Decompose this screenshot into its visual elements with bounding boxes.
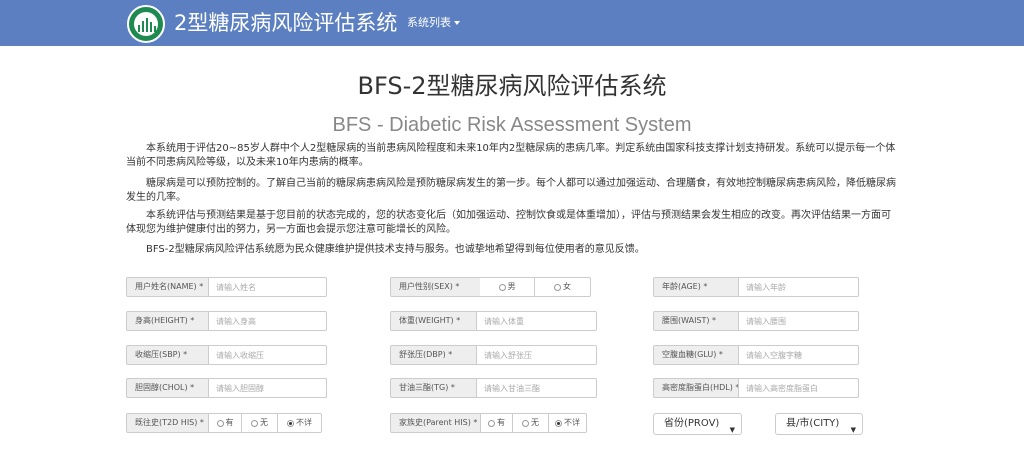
t2d-history-no-radio[interactable]: 无 [242,413,278,433]
sbp-label: 收缩压(SBP) * [126,345,208,365]
sex-male-radio[interactable]: 男 [480,277,535,297]
radio-checked-icon [555,419,562,427]
radio-icon [498,283,506,291]
age-label: 年龄(AGE) * [653,277,738,297]
t2d-history-label: 既往史(T2D HIS) * [126,413,208,433]
name-input[interactable] [208,277,327,297]
height-input[interactable] [208,311,327,331]
page-subtitle: BFS - Diabetic Risk Assessment System [332,114,692,136]
top-navbar: 2型糖尿病风险评估系统 系统列表 [0,0,1024,46]
tg-label: 甘油三酯(TG) * [390,378,476,398]
intro-paragraph-2: 糖尿病是可以预防控制的。了解自己当前的糖尿病患病风险是预防糖尿病发生的第一步。每… [126,178,896,203]
age-input[interactable] [738,277,859,297]
hdl-input[interactable] [738,378,859,398]
dbp-input[interactable] [476,345,597,365]
name-field-group: 用户姓名(NAME) * [126,277,327,297]
age-field-group: 年龄(AGE) * [653,277,859,297]
waist-label: 腰围(WAIST) * [653,311,738,331]
radio-icon [216,419,224,427]
radio-icon [522,419,529,427]
weight-field-group: 体重(WEIGHT) * [390,311,597,331]
parent-history-yes-radio[interactable]: 有 [480,413,513,433]
parent-history-unknown-radio[interactable]: 不详 [549,413,587,433]
brand-title[interactable]: 2型糖尿病风险评估系统 [174,9,397,37]
radio-icon [554,283,561,291]
t2d-history-yes-radio[interactable]: 有 [208,413,242,433]
hdl-field-group: 高密度脂蛋白(HDL) * [653,378,859,398]
caret-down-icon [454,21,460,25]
sbp-input[interactable] [208,345,327,365]
weight-input[interactable] [476,311,597,331]
page-title: BFS-2型糖尿病风险评估系统 [357,72,667,100]
dropdown-arrow-icon: ▼ [850,426,856,434]
glu-input[interactable] [738,345,859,365]
t2d-history-unknown-radio[interactable]: 不详 [278,413,322,433]
intro-paragraph-4: BFS-2型糖尿病风险评估系统愿为民众健康维护提供技术支持与服务。也诚挚地希望得… [146,244,645,255]
t2d-history-group: 既往史(T2D HIS) * 有 无 不详 [126,413,322,433]
chol-field-group: 胆固醇(CHOL) * [126,378,327,398]
radio-icon [488,419,495,427]
parent-history-label: 家族史(Parent HIS) * [390,413,480,433]
dbp-field-group: 舒张压(DBP) * [390,345,597,365]
waist-field-group: 腰围(WAIST) * [653,311,859,331]
parent-history-no-radio[interactable]: 无 [513,413,549,433]
height-label: 身高(HEIGHT) * [126,311,208,331]
dbp-label: 舒张压(DBP) * [390,345,476,365]
parent-history-group: 家族史(Parent HIS) * 有 无 不详 [390,413,587,433]
city-select[interactable]: 县/市(CITY) ▼ [775,413,863,435]
sbp-field-group: 收缩压(SBP) * [126,345,327,365]
system-list-label: 系统列表 [407,16,451,29]
intro-paragraph-3: 本系统评估与预测结果是基于您目前的状态完成的，您的状态变化后（如加强运动、控制饮… [126,210,891,235]
sex-female-radio[interactable]: 女 [535,277,591,297]
system-list-menu[interactable]: 系统列表 [407,15,460,31]
hdl-label: 高密度脂蛋白(HDL) * [653,378,738,398]
chol-input[interactable] [208,378,327,398]
glu-field-group: 空腹血糖(GLU) * [653,345,859,365]
height-field-group: 身高(HEIGHT) * [126,311,327,331]
tg-field-group: 甘油三酯(TG) * [390,378,597,398]
tg-input[interactable] [476,378,597,398]
weight-label: 体重(WEIGHT) * [390,311,476,331]
chol-label: 胆固醇(CHOL) * [126,378,208,398]
dropdown-arrow-icon: ▼ [729,426,735,434]
intro-paragraph-1: 本系统用于评估20~85岁人群中个人2型糖尿病的当前患病风险程度和未来10年内2… [126,143,896,168]
province-select[interactable]: 省份(PROV) ▼ [653,413,742,435]
radio-checked-icon [287,419,294,427]
logo-icon[interactable] [127,5,165,43]
waist-input[interactable] [738,311,859,331]
sex-field-group: 用户性别(SEX) * 男 女 [390,277,591,297]
name-label: 用户姓名(NAME) * [126,277,208,297]
glu-label: 空腹血糖(GLU) * [653,345,738,365]
radio-icon [251,419,258,427]
sex-label: 用户性别(SEX) * [390,277,480,297]
